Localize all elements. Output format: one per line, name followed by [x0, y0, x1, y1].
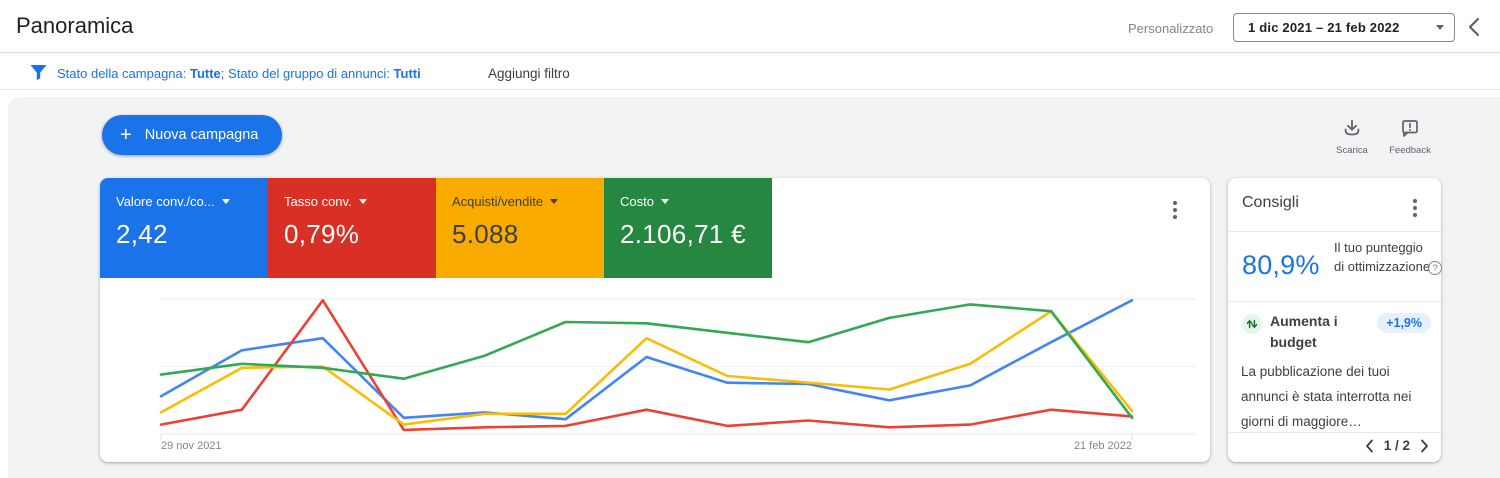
- optimization-score-label: Il tuo punteggio di ottimizzazione ?: [1334, 238, 1442, 276]
- metric-tile-valore-conv-costo[interactable]: Valore conv./co... 2,42: [100, 178, 268, 278]
- budget-recommendation-icon: [1242, 314, 1262, 334]
- metric-value: 5.088: [452, 219, 519, 249]
- recommendations-title: Consigli: [1242, 194, 1299, 211]
- adgroup-status-label: Stato del gruppo di annunci:: [228, 66, 394, 81]
- recommendation-item-title[interactable]: Aumenta i budget: [1270, 311, 1354, 353]
- download-button[interactable]: Scarica: [1320, 118, 1384, 156]
- applied-filters[interactable]: Stato della campagna: Tutte; Stato del g…: [57, 66, 421, 81]
- recommendations-card: Consigli 80,9% Il tuo punteggio di ottim…: [1228, 178, 1442, 462]
- overview-chart-card: Valore conv./co... 2,42 Tasso conv. 0,79…: [100, 178, 1210, 462]
- metric-label: Costo: [620, 194, 654, 209]
- x-tick-start: 29 nov 2021: [161, 440, 222, 452]
- metric-label: Tasso conv.: [284, 194, 352, 209]
- date-range-picker[interactable]: 1 dic 2021 – 21 feb 2022: [1233, 13, 1455, 42]
- divider: [1228, 301, 1441, 302]
- metric-tile-costo[interactable]: Costo 2.106,71 €: [604, 178, 772, 278]
- google-ads-overview-page: Panoramica Personalizzato 1 dic 2021 – 2…: [0, 0, 1500, 478]
- collapse-date-panel-chevron-icon[interactable]: [1466, 16, 1484, 38]
- new-campaign-button[interactable]: + Nuova campagna: [102, 115, 283, 155]
- help-icon[interactable]: ?: [1428, 261, 1442, 275]
- recommendation-description: La pubblicazione dei tuoi annunci è stat…: [1241, 364, 1412, 429]
- feedback-button[interactable]: Feedback: [1378, 118, 1442, 156]
- filter-funnel-icon: [30, 65, 47, 81]
- filter-separator: ;: [220, 66, 229, 81]
- chart-card-menu-button[interactable]: [1168, 196, 1182, 224]
- filter-bar-divider: [0, 89, 1500, 90]
- adgroup-status-value: Tutti: [393, 66, 421, 81]
- feedback-label: Feedback: [1389, 145, 1431, 156]
- previous-page-chevron-icon[interactable]: [1365, 439, 1374, 453]
- download-icon: [1344, 119, 1360, 136]
- plus-icon: +: [120, 124, 132, 146]
- metric-tile-tasso-conv[interactable]: Tasso conv. 0,79%: [268, 178, 436, 278]
- feedback-icon: [1402, 120, 1418, 137]
- recommendations-pagination: 1 / 2: [1365, 438, 1429, 453]
- metric-tile-acquisti-vendite[interactable]: Acquisti/vendite 5.088: [436, 178, 604, 278]
- add-filter-button[interactable]: Aggiungi filtro: [488, 66, 570, 81]
- date-range-value: 1 dic 2021 – 21 feb 2022: [1248, 20, 1400, 35]
- x-tick-end: 21 feb 2022: [1073, 440, 1132, 452]
- next-page-chevron-icon[interactable]: [1420, 439, 1429, 453]
- metric-value: 0,79%: [284, 219, 360, 249]
- chevron-down-icon: [660, 199, 669, 204]
- recommendations-menu-button[interactable]: [1408, 194, 1422, 222]
- header-divider: [0, 52, 1500, 53]
- metric-label: Valore conv./co...: [116, 194, 215, 209]
- divider: [1228, 432, 1441, 433]
- page-title: Panoramica: [16, 13, 134, 38]
- score-uplift-badge: +1,9%: [1377, 313, 1431, 333]
- chevron-down-icon: [358, 199, 367, 204]
- pagination-label: 1 / 2: [1383, 438, 1410, 453]
- chart-x-axis-labels: 29 nov 2021 21 feb 2022: [161, 440, 1132, 452]
- download-label: Scarica: [1336, 145, 1368, 156]
- date-range-type-label: Personalizzato: [1128, 21, 1214, 36]
- overview-chart: [159, 298, 1196, 440]
- divider: [1228, 231, 1441, 232]
- chevron-down-icon: [1436, 25, 1444, 30]
- campaign-status-label: Stato della campagna:: [57, 66, 190, 81]
- metric-label: Acquisti/vendite: [452, 194, 544, 209]
- metric-value: 2.106,71 €: [620, 219, 746, 249]
- campaign-status-value: Tutte: [189, 66, 221, 81]
- new-campaign-label: Nuova campagna: [144, 127, 259, 143]
- metric-value: 2,42: [116, 219, 168, 249]
- chevron-down-icon: [221, 199, 230, 204]
- optimization-score-value: 80,9%: [1242, 250, 1320, 280]
- chevron-down-icon: [550, 199, 559, 204]
